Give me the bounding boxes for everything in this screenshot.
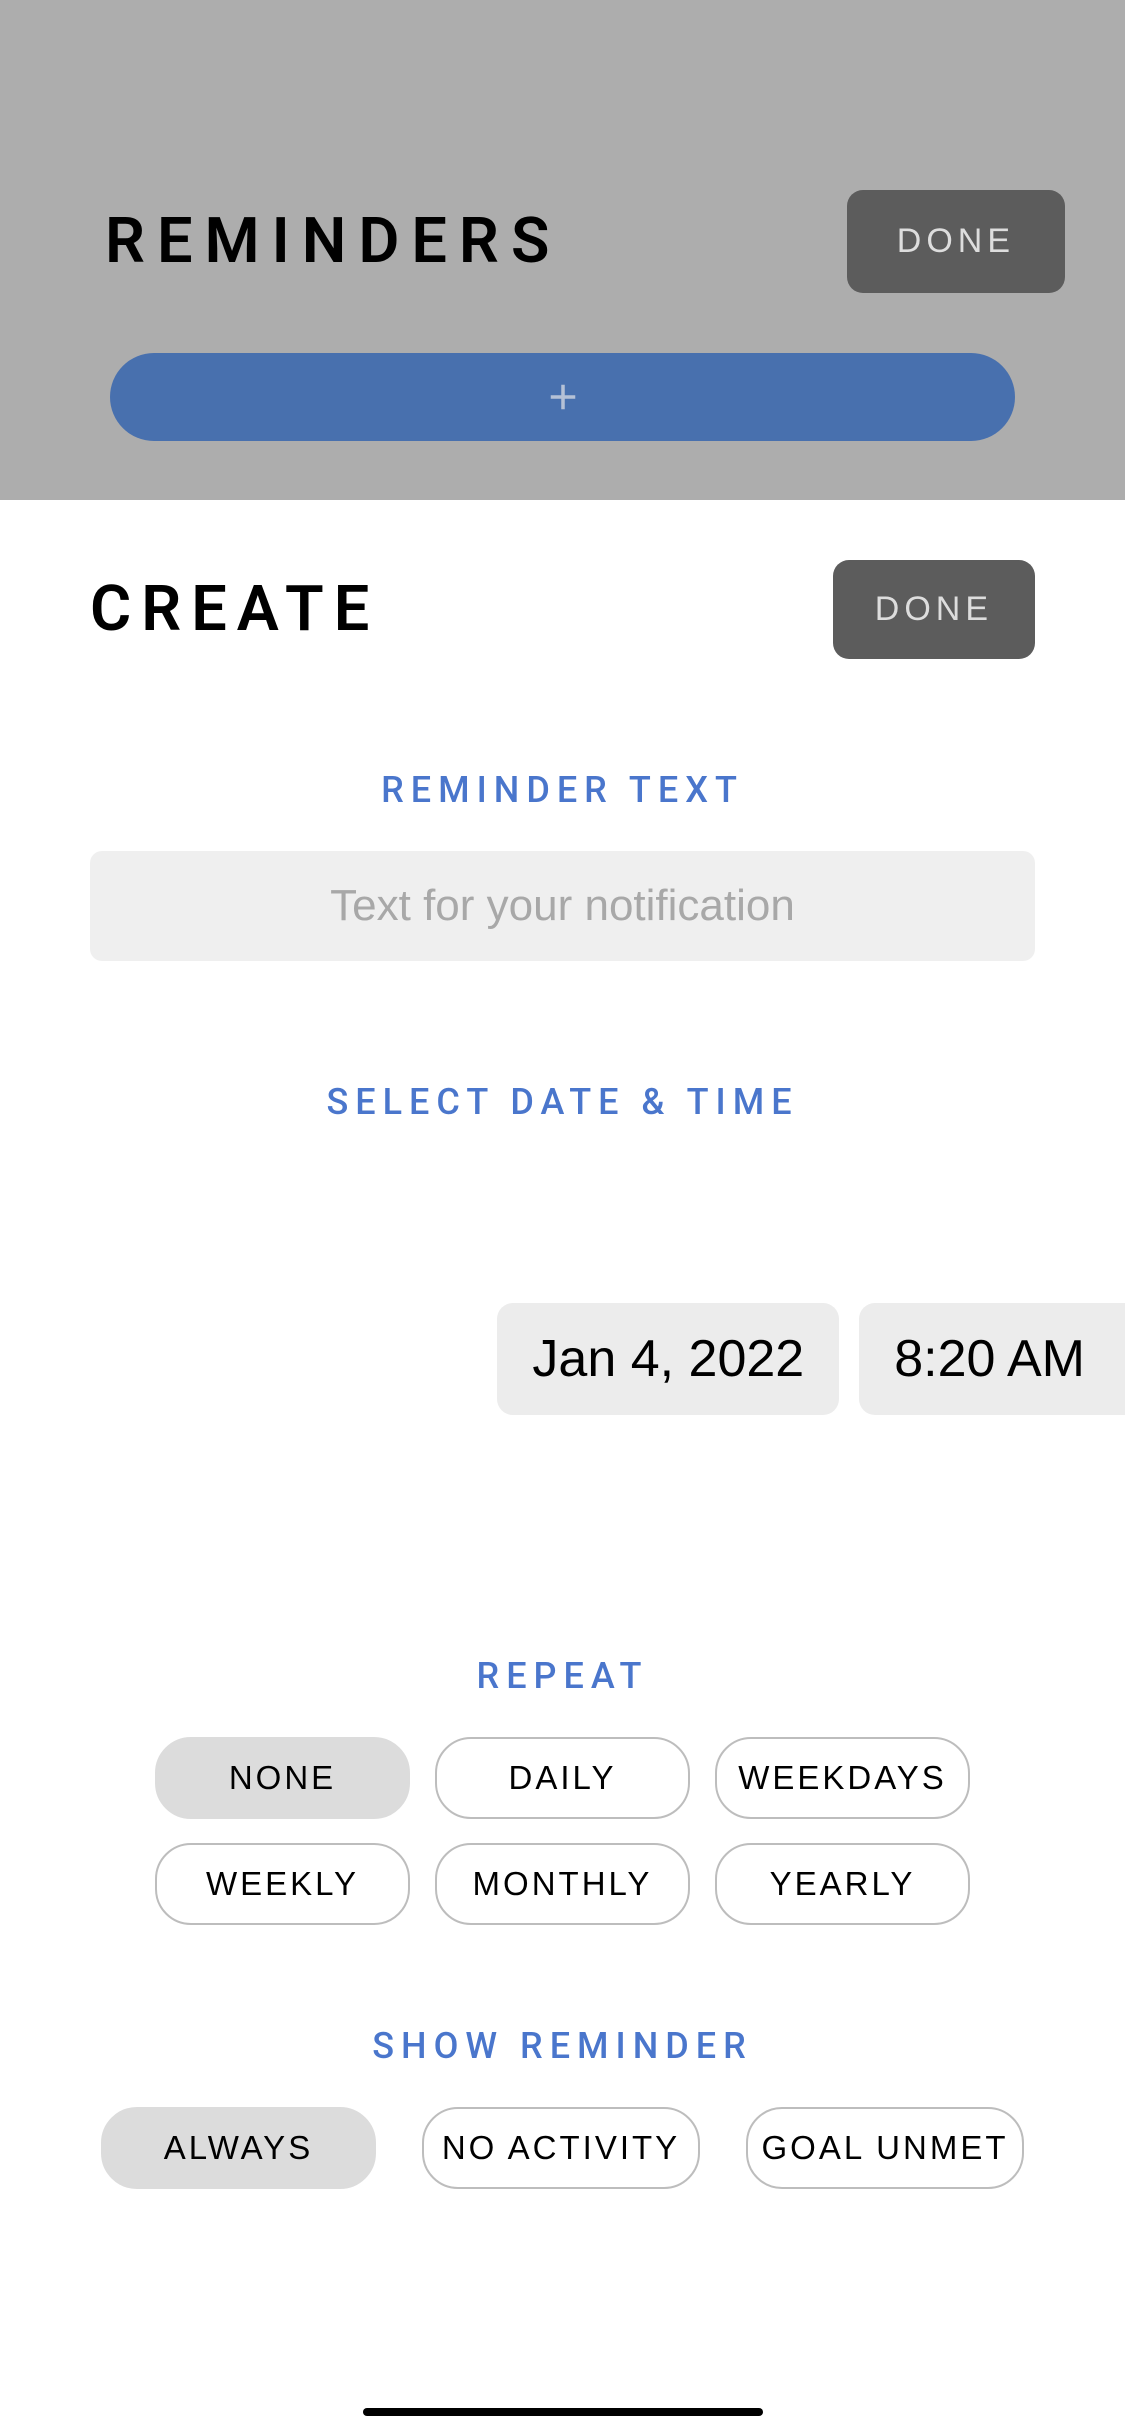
- show-option-goal-unmet[interactable]: GOAL UNMET: [746, 2107, 1024, 2189]
- add-reminder-button[interactable]: [110, 353, 1015, 441]
- reminder-text-block: REMINDER TEXT: [90, 769, 1035, 1081]
- show-reminder-label: SHOW REMINDER: [90, 2025, 1035, 2067]
- reminders-title: REMINDERS: [105, 205, 561, 278]
- reminders-screen-header: REMINDERS DONE: [0, 0, 1125, 500]
- repeat-option-weekly[interactable]: WEEKLY: [155, 1843, 410, 1925]
- reminder-text-input[interactable]: [90, 851, 1035, 961]
- repeat-block: REPEAT NONE DAILY WEEKDAYS WEEKLY MONTHL…: [90, 1655, 1035, 1925]
- show-reminder-block: SHOW REMINDER ALWAYS NO ACTIVITY GOAL UN…: [90, 2025, 1035, 2189]
- datetime-block: SELECT DATE & TIME Jan 4, 2022 8:20 AM: [90, 1081, 1035, 1415]
- done-button-top[interactable]: DONE: [847, 190, 1065, 293]
- show-option-no-activity[interactable]: NO ACTIVITY: [422, 2107, 700, 2189]
- datetime-label: SELECT DATE & TIME: [90, 1081, 1035, 1123]
- done-button-create[interactable]: DONE: [833, 560, 1035, 659]
- create-reminder-panel: CREATE DONE REMINDER TEXT SELECT DATE & …: [0, 500, 1125, 2189]
- repeat-option-yearly[interactable]: YEARLY: [715, 1843, 970, 1925]
- create-title: CREATE: [90, 573, 379, 646]
- repeat-option-weekdays[interactable]: WEEKDAYS: [715, 1737, 970, 1819]
- plus-icon: [542, 363, 584, 432]
- date-picker-button[interactable]: Jan 4, 2022: [497, 1303, 839, 1415]
- repeat-label: REPEAT: [90, 1655, 1035, 1697]
- show-option-always[interactable]: ALWAYS: [101, 2107, 376, 2189]
- repeat-option-daily[interactable]: DAILY: [435, 1737, 690, 1819]
- repeat-option-monthly[interactable]: MONTHLY: [435, 1843, 690, 1925]
- repeat-option-none[interactable]: NONE: [155, 1737, 410, 1819]
- home-indicator[interactable]: [363, 2408, 763, 2416]
- reminder-text-label: REMINDER TEXT: [90, 769, 1035, 811]
- time-picker-button[interactable]: 8:20 AM: [859, 1303, 1125, 1415]
